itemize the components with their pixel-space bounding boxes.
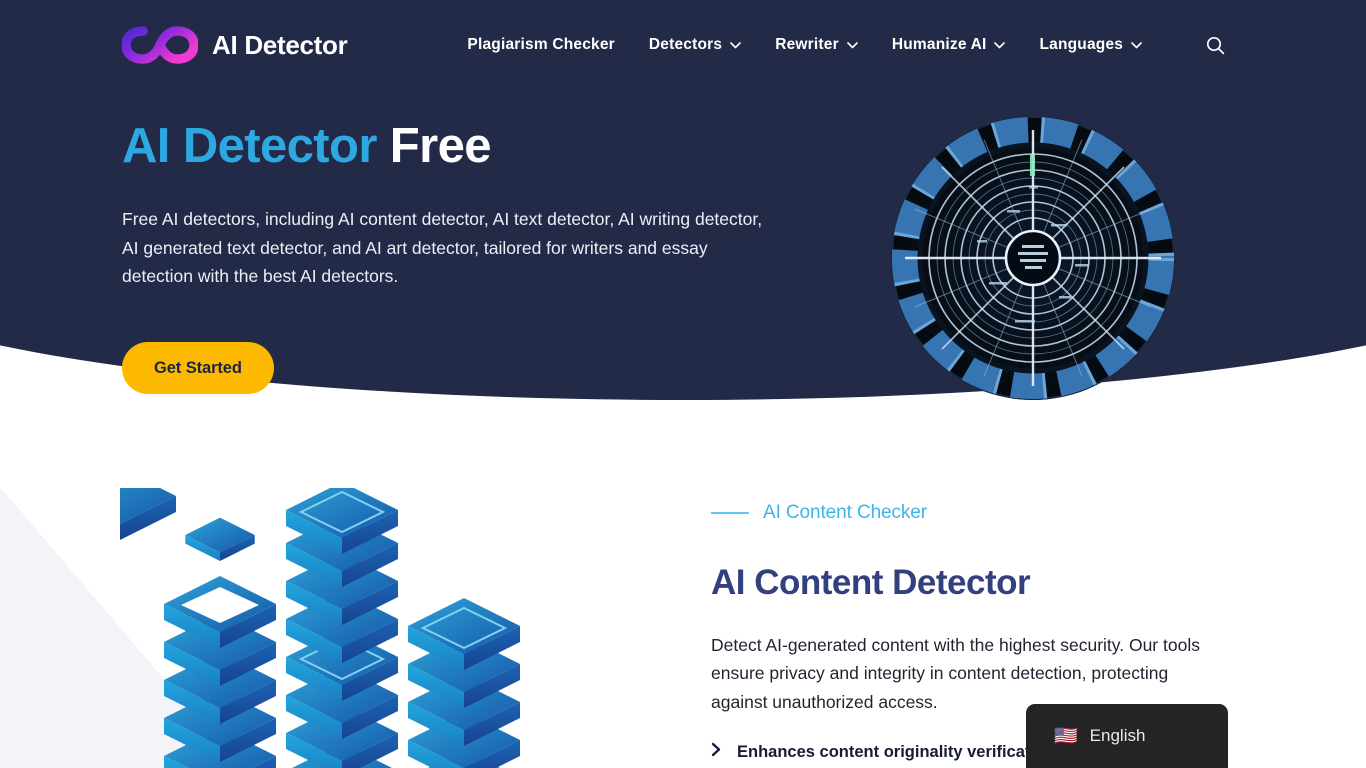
nav-item-plagiarism-checker[interactable]: Plagiarism Checker <box>467 36 614 54</box>
search-icon[interactable] <box>1206 36 1225 55</box>
nav-item-label: Plagiarism Checker <box>467 36 615 53</box>
nav-links: Plagiarism Checker Detectors Rewriter Hu… <box>467 36 1225 55</box>
page-title: AI Detector Free <box>122 118 802 174</box>
section2-eyebrow-label: AI Content Checker <box>763 502 928 523</box>
infinity-logo-icon <box>121 22 199 68</box>
main-navigation: AI Detector Plagiarism Checker Detectors… <box>0 0 1366 90</box>
chevron-down-icon <box>1131 36 1142 54</box>
nav-item-label: Humanize AI <box>891 36 987 53</box>
language-label: English <box>1089 726 1146 745</box>
nav-item-languages[interactable]: Languages <box>1039 36 1142 54</box>
radar-hud-graphic <box>889 114 1177 402</box>
hero-title-rest: Free <box>376 119 492 173</box>
chevron-right-icon <box>711 742 722 762</box>
chevron-down-icon <box>730 36 742 54</box>
bullet-label: Enhances content originality verificatio… <box>737 742 1056 761</box>
get-started-button[interactable]: Get Started <box>122 342 274 395</box>
section2-eyebrow: AI Content Checker <box>711 502 1241 524</box>
server-stacks-illustration <box>64 468 550 768</box>
nav-item-humanize-ai[interactable]: Humanize AI <box>892 36 1006 54</box>
language-selector[interactable]: 🇺🇸 English <box>1026 704 1228 768</box>
chevron-down-icon <box>994 36 1006 54</box>
page-root: AI Content Checker AI Content Detector D… <box>0 0 1366 768</box>
chevron-down-icon <box>847 36 858 54</box>
nav-item-rewriter[interactable]: Rewriter <box>775 36 858 54</box>
hero-title-accent: AI Detector <box>122 119 377 173</box>
eyebrow-dash-icon <box>711 512 749 514</box>
section2-title: AI Content Detector <box>711 563 1031 602</box>
nav-item-detectors[interactable]: Detectors <box>648 36 742 54</box>
nav-item-label: Rewriter <box>775 36 839 53</box>
brand-name: AI Detector <box>212 29 348 60</box>
hero-content: AI Detector Free Free AI detectors, incl… <box>122 118 802 395</box>
nav-item-label: Languages <box>1039 36 1124 53</box>
brand-logo[interactable]: AI Detector <box>121 22 348 68</box>
nav-item-label: Detectors <box>648 36 723 53</box>
us-flag-icon: 🇺🇸 <box>1054 725 1078 747</box>
hero-subtitle: Free AI detectors, including AI content … <box>122 209 763 287</box>
